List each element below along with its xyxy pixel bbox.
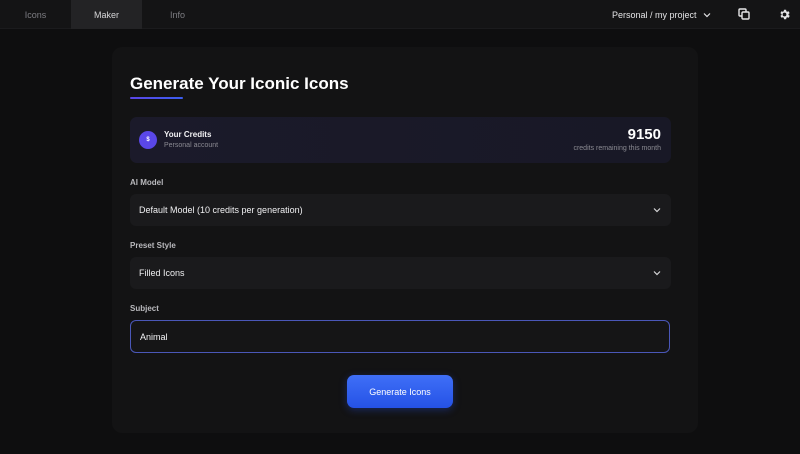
ai-model-label: AI Model bbox=[130, 178, 164, 187]
top-bar: Icons Maker Info Personal / my project bbox=[0, 0, 800, 29]
generate-icons-button[interactable]: Generate Icons bbox=[347, 375, 453, 408]
tab-info[interactable]: Info bbox=[142, 0, 213, 29]
subject-label: Subject bbox=[130, 304, 159, 313]
chevron-down-icon bbox=[653, 206, 661, 216]
preset-style-label: Preset Style bbox=[130, 241, 176, 250]
dollar-icon: $ bbox=[139, 131, 157, 149]
credits-card: $ Your Credits Personal account 9150 cre… bbox=[130, 117, 671, 163]
credits-caption: credits remaining this month bbox=[573, 145, 661, 152]
ai-model-select[interactable]: Default Model (10 credits per generation… bbox=[130, 194, 671, 226]
chevron-down-icon bbox=[653, 269, 661, 279]
project-label: Personal / my project bbox=[612, 9, 697, 20]
credits-label: Your Credits bbox=[164, 130, 212, 139]
ai-model-value: Default Model (10 credits per generation… bbox=[139, 205, 303, 215]
title-underline bbox=[130, 97, 183, 99]
account-type: Personal account bbox=[164, 142, 219, 149]
subject-input[interactable] bbox=[130, 320, 670, 353]
chevron-down-icon bbox=[703, 11, 711, 19]
tab-maker[interactable]: Maker bbox=[71, 0, 142, 29]
copy-icon[interactable] bbox=[736, 6, 752, 22]
project-selector[interactable]: Personal / my project bbox=[612, 0, 711, 29]
gear-icon[interactable] bbox=[776, 6, 792, 22]
tab-icons[interactable]: Icons bbox=[0, 0, 71, 29]
page-title: Generate Your Iconic Icons bbox=[130, 74, 349, 93]
preset-style-select[interactable]: Filled Icons bbox=[130, 257, 671, 289]
credits-count: 9150 bbox=[627, 126, 661, 143]
preset-style-value: Filled Icons bbox=[139, 268, 185, 278]
